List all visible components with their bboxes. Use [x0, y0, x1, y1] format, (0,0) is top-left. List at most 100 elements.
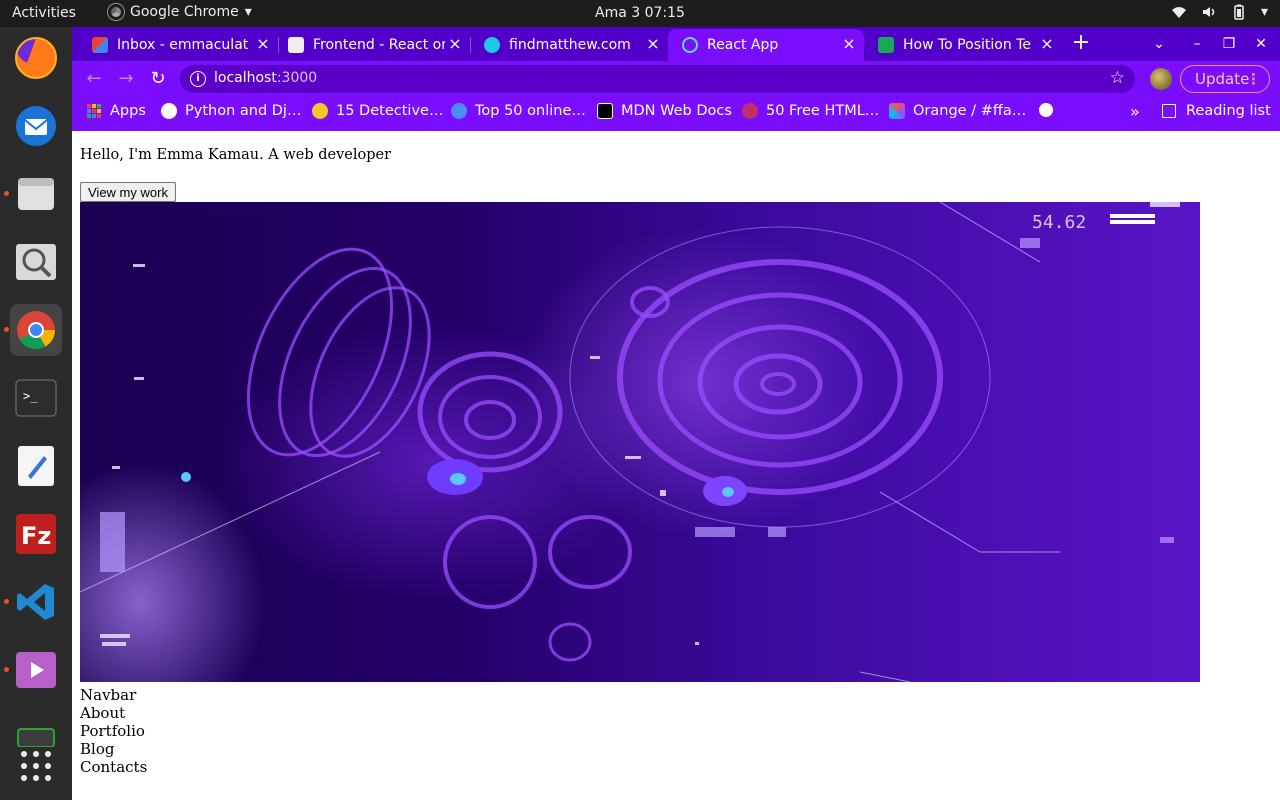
- close-tab-icon[interactable]: ×: [644, 35, 662, 53]
- running-indicator: [4, 667, 9, 672]
- minimize-icon[interactable]: –: [1187, 34, 1207, 54]
- close-window-icon[interactable]: ✕: [1251, 34, 1271, 54]
- dock: >_ Fz: [0, 27, 72, 800]
- close-tab-icon[interactable]: ×: [254, 35, 272, 53]
- browser-window: Inbox - emmaculate × Frontend - React or…: [72, 27, 1280, 131]
- restore-icon[interactable]: ❐: [1219, 34, 1239, 54]
- reload-icon[interactable]: ↻: [146, 67, 170, 91]
- running-indicator: [4, 327, 9, 332]
- nav-item-about[interactable]: About: [80, 704, 147, 722]
- bookmark-label: Python and Dj…: [185, 103, 302, 119]
- navbar-list: Navbar About Portfolio Blog Contacts: [80, 686, 147, 776]
- back-icon[interactable]: ←: [82, 67, 106, 91]
- bookmark-label: MDN Web Docs: [621, 103, 732, 119]
- chevron-down-icon: ▾: [244, 4, 252, 20]
- hero-artwork: 54.62: [80, 202, 1180, 682]
- close-tab-icon[interactable]: ×: [1038, 35, 1056, 53]
- close-tab-icon[interactable]: ×: [840, 35, 858, 53]
- nav-item-blog[interactable]: Blog: [80, 740, 147, 758]
- bookmark-detective[interactable]: 15 Detective…: [312, 103, 443, 119]
- tab-search-icon[interactable]: ⌄: [1149, 34, 1169, 54]
- bookmark-globe[interactable]: [1039, 103, 1061, 117]
- url-port: :3000: [276, 70, 318, 86]
- volume-icon: [1202, 7, 1215, 17]
- reading-list-button[interactable]: Reading list: [1162, 103, 1271, 119]
- bookmark-star-icon[interactable]: ☆: [1110, 68, 1125, 88]
- system-tray[interactable]: ▾: [1171, 4, 1268, 20]
- tab-gmail[interactable]: Inbox - emmaculate ×: [78, 29, 278, 61]
- w3-icon: [878, 37, 894, 53]
- bookmark-label: Orange / #ffa…: [913, 103, 1027, 119]
- hero-readout: 54.62: [1032, 212, 1086, 233]
- nav-item-portfolio[interactable]: Portfolio: [80, 722, 147, 740]
- tab-react-app[interactable]: React App ×: [668, 29, 864, 61]
- bookmarks-bar: Apps Python and Dj… 15 Detective… Top 50…: [72, 97, 1280, 131]
- hero-image: 54.62: [80, 202, 1200, 682]
- tab-position-text[interactable]: How To Position Te ×: [864, 29, 1062, 61]
- bookmark-python-django[interactable]: Python and Dj…: [161, 103, 301, 119]
- chrome-icon[interactable]: [10, 304, 62, 356]
- bookmark-orange[interactable]: Orange / #ffa…: [889, 103, 1026, 119]
- system-top-bar: Activities Google Chrome ▾ Ama 3 07:15 ▾: [0, 0, 1280, 27]
- tab-title: Inbox - emmaculate: [117, 37, 249, 53]
- tab-frontend[interactable]: Frontend - React or ×: [274, 29, 470, 61]
- nav-item-navbar: Navbar: [80, 686, 137, 704]
- mdn-icon: [597, 103, 613, 119]
- bookmark-free-html[interactable]: 50 Free HTML…: [742, 103, 879, 119]
- app-menu-label: Google Chrome: [130, 4, 239, 20]
- svg-text:Fz: Fz: [21, 522, 51, 550]
- navigation-toolbar: ← → ↻ i localhost:3000 ☆ Update ⋮: [72, 61, 1280, 97]
- files-icon[interactable]: [10, 168, 62, 220]
- color-hex-icon: [889, 103, 905, 119]
- chrome-icon: [108, 4, 124, 20]
- menu-dots-icon: ⋮: [1246, 70, 1261, 88]
- tab-title: Frontend - React or: [313, 37, 445, 53]
- filezilla-icon[interactable]: Fz: [10, 508, 62, 560]
- bookmark-top-50[interactable]: Top 50 online…: [451, 103, 586, 119]
- more-bookmarks-icon[interactable]: »: [1130, 102, 1140, 121]
- react-icon: [682, 37, 698, 53]
- page-viewport: Hello, I'm Emma Kamau. A web developer V…: [72, 131, 1280, 800]
- show-applications-icon[interactable]: [10, 740, 62, 792]
- tab-title: How To Position Te: [903, 37, 1031, 53]
- bookmark-label: Top 50 online…: [475, 103, 586, 119]
- url-text: localhost:3000: [214, 70, 317, 86]
- address-bar[interactable]: i localhost:3000 ☆: [180, 65, 1135, 93]
- text-editor-icon[interactable]: [10, 440, 62, 492]
- new-tab-button[interactable]: +: [1069, 32, 1093, 56]
- bookmark-label: Apps: [110, 103, 146, 119]
- python-site-icon: [161, 103, 177, 119]
- update-button[interactable]: Update ⋮: [1180, 65, 1270, 93]
- running-indicator: [4, 191, 9, 196]
- firefox-icon[interactable]: [10, 32, 62, 84]
- tab-strip: Inbox - emmaculate × Frontend - React or…: [72, 27, 1280, 61]
- findmatthew-icon: [484, 37, 500, 53]
- close-tab-icon[interactable]: ×: [446, 35, 464, 53]
- app-menu[interactable]: Google Chrome ▾: [108, 4, 252, 20]
- terminal-icon[interactable]: >_: [10, 372, 62, 424]
- nav-item-contacts[interactable]: Contacts: [80, 758, 147, 776]
- page-icon: [288, 37, 304, 53]
- thunderbird-icon[interactable]: [10, 100, 62, 152]
- url-host: localhost: [214, 70, 277, 86]
- video-player-icon[interactable]: [10, 644, 62, 696]
- tab-findmatthew[interactable]: findmatthew.com ×: [470, 29, 668, 61]
- site-info-icon[interactable]: i: [190, 71, 206, 87]
- gmail-icon: [92, 37, 108, 53]
- bookmark-mdn[interactable]: MDN Web Docs: [597, 103, 732, 119]
- view-my-work-button[interactable]: View my work: [80, 182, 176, 202]
- running-indicator: [4, 599, 9, 604]
- tab-title: React App: [707, 37, 779, 53]
- apps-grid-icon: [87, 104, 101, 118]
- activities-button[interactable]: Activities: [12, 5, 76, 21]
- profile-avatar[interactable]: [1150, 68, 1172, 90]
- reading-list-label: Reading list: [1186, 103, 1271, 119]
- bookmark-label: 15 Detective…: [336, 103, 444, 119]
- globe-icon: [1039, 103, 1053, 117]
- update-label: Update: [1195, 70, 1250, 88]
- lightbulb-icon: [312, 103, 328, 119]
- bookmark-apps[interactable]: Apps: [86, 103, 146, 119]
- forward-icon[interactable]: →: [114, 67, 138, 91]
- vscode-icon[interactable]: [10, 576, 62, 628]
- image-viewer-icon[interactable]: [10, 236, 62, 288]
